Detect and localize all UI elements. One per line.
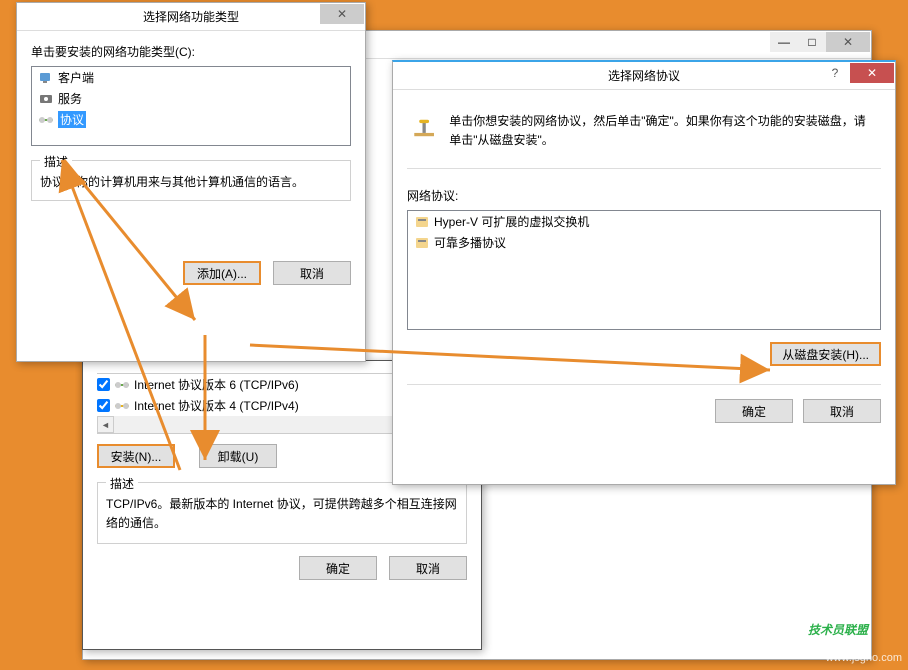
list-item-service[interactable]: 服务: [32, 88, 350, 109]
ok-button[interactable]: 确定: [299, 556, 377, 580]
checkbox-ipv4[interactable]: [97, 399, 110, 412]
description-text: 协议是你的计算机用来与其他计算机通信的语言。: [40, 173, 342, 190]
protocol-listbox[interactable]: Hyper-V 可扩展的虚拟交换机 可靠多播协议: [407, 210, 881, 330]
description-legend: 描述: [106, 475, 138, 492]
item-label: 协议: [58, 111, 86, 128]
protocol-icon: [114, 399, 130, 413]
uninstall-button[interactable]: 卸载(U): [199, 444, 277, 468]
checkbox-ipv6[interactable]: [97, 378, 110, 391]
cancel-button[interactable]: 取消: [273, 261, 351, 285]
item-label: Internet 协议版本 4 (TCP/IPv4): [134, 397, 299, 414]
scroll-left-icon[interactable]: ◄: [97, 416, 114, 433]
list-label: 网络协议:: [407, 187, 881, 204]
titlebar[interactable]: 选择网络协议 ? ✕: [393, 62, 895, 90]
close-button[interactable]: ✕: [850, 63, 894, 83]
service-icon: [38, 92, 54, 106]
cancel-button[interactable]: 取消: [803, 399, 881, 423]
titlebar[interactable]: 选择网络功能类型 ✕: [17, 3, 365, 31]
ok-button[interactable]: 确定: [715, 399, 793, 423]
install-button[interactable]: 安装(N)...: [97, 444, 175, 468]
protocol-icon: [114, 378, 130, 392]
list-item-hyperv[interactable]: Hyper-V 可扩展的虚拟交换机: [408, 211, 880, 232]
item-label: 客户端: [58, 69, 94, 86]
dialog-title: 选择网络功能类型: [17, 8, 365, 25]
protocol-icon: [38, 113, 54, 127]
item-label: Internet 协议版本 6 (TCP/IPv6): [134, 376, 299, 393]
maximize-button[interactable]: □: [798, 32, 826, 52]
description-group: 描述 TCP/IPv6。最新版本的 Internet 协议，可提供跨越多个相互连…: [97, 482, 467, 544]
driver-icon: [414, 215, 430, 229]
help-button[interactable]: ?: [821, 63, 849, 83]
install-from-disk-button[interactable]: 从磁盘安装(H)...: [770, 342, 881, 366]
add-button[interactable]: 添加(A)...: [183, 261, 261, 285]
select-feature-type-dialog: 选择网络功能类型 ✕ 单击要安装的网络功能类型(C): 客户端 服务 协议 描述…: [16, 2, 366, 362]
item-label: 可靠多播协议: [434, 234, 506, 251]
item-label: 服务: [58, 90, 82, 107]
feature-type-listbox[interactable]: 客户端 服务 协议: [31, 66, 351, 146]
driver-icon: [414, 236, 430, 250]
list-item-reliable-multicast[interactable]: 可靠多播协议: [408, 232, 880, 253]
dialog-title: 选择网络协议: [393, 67, 895, 84]
item-label: Hyper-V 可扩展的虚拟交换机: [434, 213, 589, 230]
description-legend: 描述: [40, 153, 72, 170]
instruction-label: 单击要安装的网络功能类型(C):: [31, 43, 351, 60]
protocol-large-icon: [411, 112, 437, 144]
instruction-text: 单击你想安装的网络协议，然后单击"确定"。如果你有这个功能的安装磁盘，请单击"从…: [449, 112, 877, 150]
list-item-client[interactable]: 客户端: [32, 67, 350, 88]
minimize-button[interactable]: —: [770, 32, 798, 52]
client-icon: [38, 71, 54, 85]
close-button[interactable]: ✕: [826, 32, 870, 52]
watermark-logo: 技术员联盟: [808, 608, 868, 642]
description-group: 描述 协议是你的计算机用来与其他计算机通信的语言。: [31, 160, 351, 201]
list-item-protocol[interactable]: 协议: [32, 109, 350, 130]
description-text: TCP/IPv6。最新版本的 Internet 协议，可提供跨越多个相互连接网络…: [106, 495, 458, 533]
watermark-url: www.jsgho.com: [826, 652, 902, 664]
cancel-button[interactable]: 取消: [389, 556, 467, 580]
select-protocol-dialog: 选择网络协议 ? ✕ 单击你想安装的网络协议，然后单击"确定"。如果你有这个功能…: [392, 60, 896, 485]
close-button[interactable]: ✕: [320, 4, 364, 24]
